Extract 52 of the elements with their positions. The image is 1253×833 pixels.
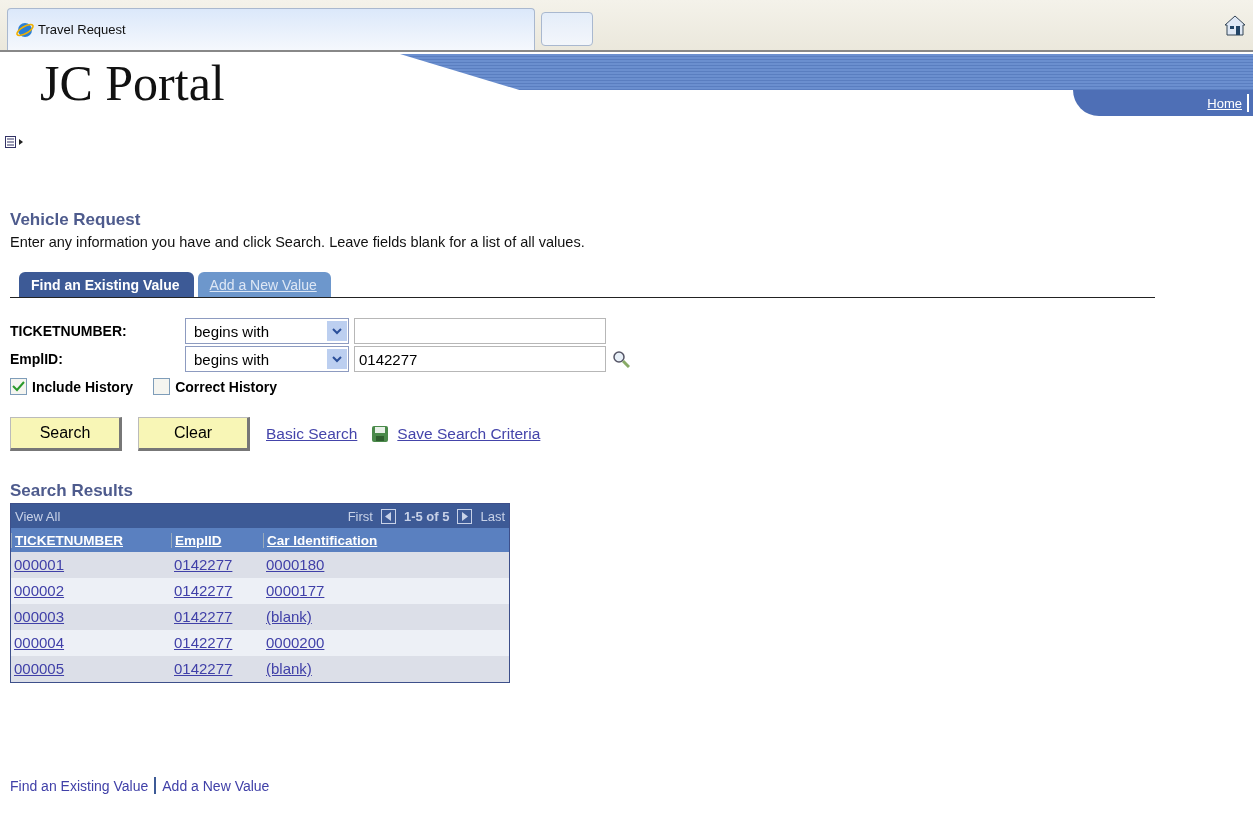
next-icon[interactable] xyxy=(457,508,473,524)
view-all-link[interactable]: View All xyxy=(15,508,340,524)
previous-icon[interactable] xyxy=(380,508,396,524)
cell-link[interactable]: 000002 xyxy=(11,582,65,599)
portal-logo: JC Portal xyxy=(39,54,226,113)
cell-link[interactable]: 0000180 xyxy=(263,556,325,573)
home-icon[interactable] xyxy=(1223,14,1247,36)
column-header[interactable]: EmplID xyxy=(171,532,263,548)
cell-link[interactable]: 000003 xyxy=(11,608,65,625)
search-icon[interactable] xyxy=(612,350,630,368)
caret-icon[interactable] xyxy=(332,327,342,335)
checkbox[interactable] xyxy=(153,378,171,395)
clear-button[interactable]: Clear xyxy=(138,417,250,451)
cell-link[interactable]: 000004 xyxy=(11,634,65,651)
cell-link[interactable]: 0142277 xyxy=(171,634,233,651)
caret-icon[interactable] xyxy=(332,355,342,363)
cell-link[interactable]: 0142277 xyxy=(171,660,233,677)
results-title: Search Results xyxy=(10,481,134,501)
field-label: TICKETNUMBER: xyxy=(10,323,128,339)
checkbox-label: Correct History xyxy=(175,378,278,395)
link[interactable]: Save Search Criteria xyxy=(397,425,541,443)
cell-link[interactable]: 0142277 xyxy=(171,556,233,573)
home-link[interactable]: Home xyxy=(1207,95,1242,111)
tab-title: Travel Request xyxy=(38,22,126,37)
browser-tab[interactable]: Travel Request xyxy=(7,8,535,50)
footer-link[interactable]: Find an Existing Value xyxy=(10,777,149,794)
column-header[interactable]: Car Identification xyxy=(263,532,509,548)
footer-link[interactable]: Add a New Value xyxy=(162,777,270,794)
operator-dropdown[interactable]: begins with xyxy=(185,346,349,372)
search-field[interactable] xyxy=(354,318,606,344)
page-title: Vehicle Request xyxy=(10,210,142,230)
cell-link[interactable]: 0000200 xyxy=(263,634,325,651)
cell-link[interactable]: 0000177 xyxy=(263,582,325,599)
cell-link[interactable]: (blank) xyxy=(263,660,312,677)
cell-link[interactable]: 0142277 xyxy=(171,608,233,625)
operator-dropdown[interactable]: begins with xyxy=(185,318,349,344)
search-field[interactable]: 0142277 xyxy=(354,346,606,372)
cell-link[interactable]: 0142277 xyxy=(171,582,233,599)
checkbox[interactable] xyxy=(10,378,27,395)
field-label: EmplID: xyxy=(10,351,64,367)
checkbox-label: Include History xyxy=(32,378,134,395)
browser-logo-icon xyxy=(16,20,34,39)
search-button[interactable]: Search xyxy=(10,417,122,451)
column-header[interactable]: TICKETNUMBER xyxy=(11,532,171,548)
cell-link[interactable]: 000005 xyxy=(11,660,65,677)
link[interactable]: Basic Search xyxy=(266,425,358,443)
cell-link[interactable]: 000001 xyxy=(11,556,65,573)
cell-link[interactable]: (blank) xyxy=(263,608,312,625)
instructions-text: Enter any information you have and click Search. Leave fields blank for a list of all values. xyxy=(10,234,586,250)
page-range: 1-5 of 5 xyxy=(403,508,450,524)
tab[interactable]: Find an Existing Value xyxy=(19,272,194,297)
menu-toggle-icon[interactable] xyxy=(5,136,25,148)
